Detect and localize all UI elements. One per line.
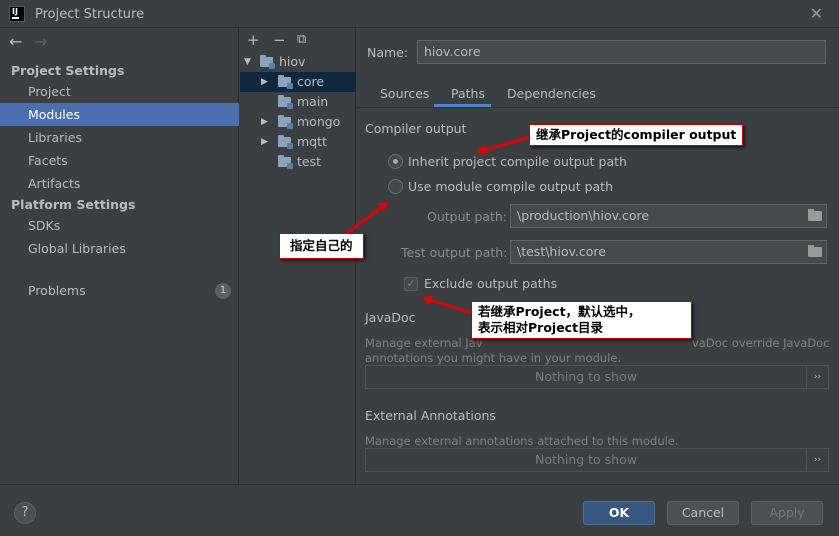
tree-label: hiov: [279, 54, 306, 69]
sidebar-item-facets[interactable]: Facets: [0, 149, 239, 172]
annotation-own-note: 指定自己的: [279, 233, 364, 259]
output-path-label: Output path:: [427, 209, 508, 224]
dialog-button-bar: ? OK Cancel Apply: [0, 484, 839, 536]
title-bar: IJ Project Structure ✕: [0, 0, 839, 28]
empty-list-text: Nothing to show: [535, 369, 637, 384]
window-title: Project Structure: [35, 7, 145, 22]
compiler-output-heading: Compiler output: [365, 121, 467, 136]
remove-module-icon[interactable]: −: [273, 31, 286, 49]
output-path-value: \production\hiov.core: [517, 208, 650, 223]
expanded-arrow-icon[interactable]: ▼: [244, 52, 251, 72]
module-folder-icon: [278, 135, 293, 149]
ok-button[interactable]: OK: [583, 501, 655, 525]
close-icon[interactable]: ✕: [810, 4, 823, 23]
sidebar-item-global-libraries[interactable]: Global Libraries: [0, 237, 239, 260]
cancel-button[interactable]: Cancel: [667, 501, 739, 525]
sidebar-item-project[interactable]: Project: [0, 80, 239, 103]
tree-row-core[interactable]: ▶ core: [240, 72, 356, 92]
javadoc-heading: JavaDoc: [365, 310, 416, 325]
sidebar-item-sdks[interactable]: SDKs: [0, 214, 239, 237]
external-annotations-heading: External Annotations: [365, 408, 496, 423]
back-arrow-icon[interactable]: ←: [9, 32, 22, 51]
sidebar-item-problems[interactable]: Problems 1: [0, 279, 239, 302]
project-settings-heading: Project Settings: [11, 63, 125, 78]
external-annotations-description: Manage external annotations attached to …: [365, 434, 679, 448]
annotation-exclude-note: 若继承Project，默认选中， 表示相对Project目录: [471, 301, 692, 339]
module-folder-icon: [278, 155, 293, 169]
annotation-exclude-line2: 表示相对Project目录: [478, 320, 604, 335]
javadoc-description-end: vaDoc override JavaDoc: [692, 336, 830, 350]
copy-module-icon[interactable]: ⧉: [297, 32, 306, 47]
more-options-icon[interactable]: ››: [806, 449, 828, 471]
inherit-output-label[interactable]: Inherit project compile output path: [408, 154, 627, 169]
tree-row-mqtt[interactable]: ▶ mqtt: [240, 132, 356, 152]
test-output-path-input[interactable]: \test\hiov.core: [510, 240, 827, 264]
tree-row-test[interactable]: test: [240, 152, 356, 172]
add-module-icon[interactable]: +: [247, 31, 260, 49]
tree-label: core: [297, 74, 325, 89]
module-name-input[interactable]: hiov.core: [417, 40, 826, 64]
tree-label: test: [297, 154, 322, 169]
tree-row-main[interactable]: main: [240, 92, 356, 112]
tree-row-hiov[interactable]: ▼ hiov: [240, 52, 356, 72]
empty-list-text: Nothing to show: [535, 452, 637, 467]
collapsed-arrow-icon[interactable]: ▶: [261, 112, 268, 132]
annotation-arrow: [476, 135, 531, 155]
annotation-exclude-line1: 若继承Project，默认选中，: [478, 304, 641, 319]
problems-count-badge: 1: [215, 283, 231, 299]
javadoc-description-line2: annotations you might have in your modul…: [365, 351, 622, 365]
module-output-label[interactable]: Use module compile output path: [408, 179, 613, 194]
collapsed-arrow-icon[interactable]: ▶: [261, 132, 268, 152]
module-folder-icon: [278, 115, 293, 129]
module-folder-icon: [278, 75, 293, 89]
module-folder-icon: [260, 55, 275, 69]
test-output-path-label: Test output path:: [401, 245, 508, 260]
tree-label: main: [297, 94, 329, 109]
test-output-path-value: \test\hiov.core: [517, 244, 606, 259]
external-annotations-list[interactable]: Nothing to show ››: [365, 448, 829, 472]
exclude-output-label[interactable]: Exclude output paths: [424, 276, 557, 291]
sidebar-item-artifacts[interactable]: Artifacts: [0, 172, 239, 195]
sidebar-item-libraries[interactable]: Libraries: [0, 126, 239, 149]
apply-button[interactable]: Apply: [751, 501, 823, 525]
inherit-output-radio[interactable]: [388, 154, 403, 169]
tab-dependencies[interactable]: Dependencies: [507, 86, 596, 101]
help-button[interactable]: ?: [14, 502, 36, 524]
module-output-radio[interactable]: [388, 179, 403, 194]
annotation-inherit-note: 继承Project的compiler output: [529, 124, 744, 146]
platform-settings-heading: Platform Settings: [11, 197, 136, 212]
module-folder-icon: [278, 95, 293, 109]
tree-row-mongo[interactable]: ▶ mongo: [240, 112, 356, 132]
intellij-logo-icon: IJ: [9, 6, 25, 22]
output-path-input[interactable]: \production\hiov.core: [510, 204, 827, 228]
annotation-arrow: [422, 295, 473, 315]
tab-paths[interactable]: Paths: [451, 86, 485, 101]
more-options-icon[interactable]: ››: [806, 366, 828, 388]
browse-folder-icon[interactable]: [808, 209, 822, 221]
collapsed-arrow-icon[interactable]: ▶: [261, 72, 268, 92]
tree-label: mqtt: [297, 134, 327, 149]
problems-label: Problems: [28, 283, 86, 298]
forward-arrow-icon[interactable]: →: [34, 32, 47, 51]
exclude-output-checkbox[interactable]: ✓: [404, 277, 418, 291]
javadoc-description: Manage external Jav: [365, 336, 483, 350]
tab-separator: [357, 107, 839, 108]
browse-folder-icon[interactable]: [808, 245, 822, 257]
javadoc-list[interactable]: Nothing to show ››: [365, 365, 829, 389]
tree-label: mongo: [297, 114, 341, 129]
settings-sidebar: ← → Project Settings Project Modules Lib…: [0, 28, 239, 484]
tab-sources[interactable]: Sources: [380, 86, 429, 101]
name-label: Name:: [367, 45, 409, 60]
sidebar-item-modules[interactable]: Modules: [0, 103, 239, 126]
